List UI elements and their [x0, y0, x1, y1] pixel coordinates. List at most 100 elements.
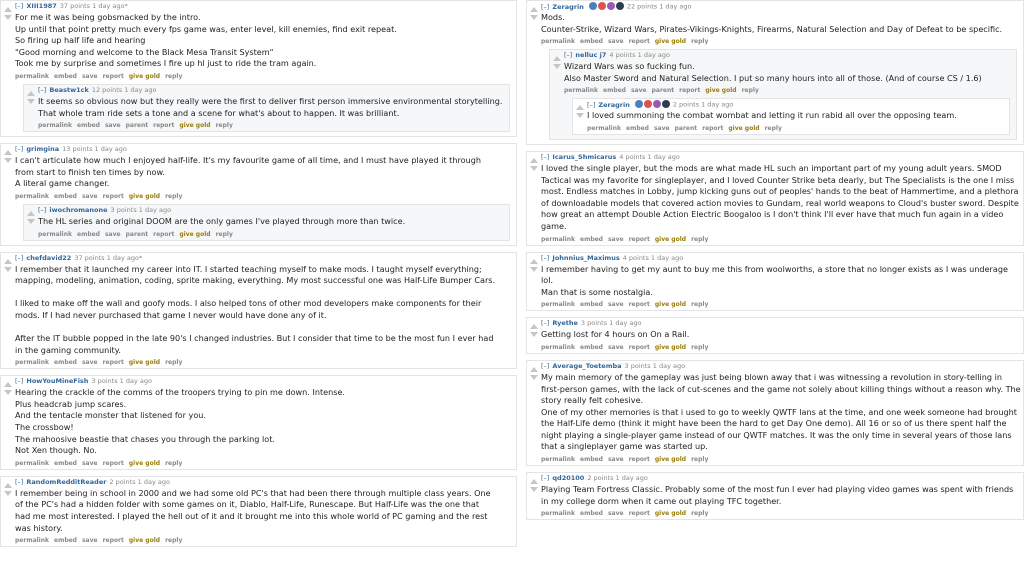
- username-link[interactable]: chefdavid22: [26, 254, 71, 262]
- permalink-link[interactable]: permalink: [38, 122, 72, 129]
- permalink-link[interactable]: permalink: [15, 73, 49, 80]
- report-link[interactable]: report: [103, 537, 124, 544]
- upvote-icon[interactable]: [553, 56, 561, 62]
- upvote-icon[interactable]: [530, 157, 538, 163]
- reply-link[interactable]: reply: [165, 359, 182, 366]
- give-gold-link[interactable]: give gold: [129, 73, 160, 80]
- report-link[interactable]: report: [153, 231, 174, 238]
- collapse-toggle[interactable]: [–]: [541, 474, 549, 482]
- collapse-toggle[interactable]: [–]: [15, 145, 23, 153]
- downvote-icon[interactable]: [27, 218, 35, 224]
- give-gold-link[interactable]: give gold: [705, 87, 736, 94]
- parent-link[interactable]: parent: [652, 87, 675, 94]
- give-gold-link[interactable]: give gold: [655, 344, 686, 351]
- save-link[interactable]: save: [608, 301, 624, 308]
- permalink-link[interactable]: permalink: [541, 456, 575, 463]
- report-link[interactable]: report: [629, 510, 650, 517]
- embed-link[interactable]: embed: [54, 359, 77, 366]
- embed-link[interactable]: embed: [626, 125, 649, 132]
- collapse-toggle[interactable]: [–]: [541, 254, 549, 262]
- permalink-link[interactable]: permalink: [15, 193, 49, 200]
- save-link[interactable]: save: [105, 122, 121, 129]
- downvote-icon[interactable]: [530, 15, 538, 20]
- permalink-link[interactable]: permalink: [541, 301, 575, 308]
- username-link[interactable]: HowYouMineFish: [26, 377, 88, 385]
- username-link[interactable]: nelluc j7: [575, 51, 606, 59]
- upvote-icon[interactable]: [4, 258, 12, 264]
- collapse-toggle[interactable]: [–]: [38, 86, 46, 94]
- embed-link[interactable]: embed: [580, 344, 603, 351]
- username-link[interactable]: qd20100: [552, 474, 584, 482]
- embed-link[interactable]: embed: [580, 301, 603, 308]
- downvote-icon[interactable]: [530, 266, 538, 272]
- downvote-icon[interactable]: [553, 64, 561, 70]
- permalink-link[interactable]: permalink: [15, 359, 49, 366]
- save-link[interactable]: save: [631, 87, 647, 94]
- permalink-link[interactable]: permalink: [564, 87, 598, 94]
- permalink-link[interactable]: permalink: [541, 236, 575, 243]
- report-link[interactable]: report: [103, 73, 124, 80]
- permalink-link[interactable]: permalink: [38, 231, 72, 238]
- embed-link[interactable]: embed: [580, 456, 603, 463]
- upvote-icon[interactable]: [576, 105, 584, 111]
- save-link[interactable]: save: [608, 344, 624, 351]
- give-gold-link[interactable]: give gold: [655, 456, 686, 463]
- parent-link[interactable]: parent: [126, 122, 149, 129]
- report-link[interactable]: report: [103, 359, 124, 366]
- username-link[interactable]: iwochromanone: [49, 206, 107, 214]
- save-link[interactable]: save: [105, 231, 121, 238]
- username-link[interactable]: Johnnius_Maximus: [552, 254, 619, 262]
- upvote-icon[interactable]: [530, 366, 538, 372]
- upvote-icon[interactable]: [4, 7, 12, 12]
- give-gold-link[interactable]: give gold: [179, 122, 210, 129]
- collapse-toggle[interactable]: [–]: [564, 51, 572, 59]
- give-gold-link[interactable]: give gold: [655, 236, 686, 243]
- collapse-toggle[interactable]: [–]: [541, 362, 549, 370]
- permalink-link[interactable]: permalink: [541, 344, 575, 351]
- permalink-link[interactable]: permalink: [541, 38, 575, 45]
- give-gold-link[interactable]: give gold: [129, 537, 160, 544]
- upvote-icon[interactable]: [530, 479, 538, 485]
- save-link[interactable]: save: [608, 38, 624, 45]
- username-link[interactable]: Zeragrin: [598, 101, 629, 109]
- save-link[interactable]: save: [608, 236, 624, 243]
- reply-link[interactable]: reply: [165, 460, 182, 467]
- save-link[interactable]: save: [608, 456, 624, 463]
- reply-link[interactable]: reply: [165, 537, 182, 544]
- username-link[interactable]: Beastw1ck: [49, 86, 88, 94]
- upvote-icon[interactable]: [4, 382, 12, 388]
- save-link[interactable]: save: [654, 125, 670, 132]
- username-link[interactable]: RandomRedditReader: [26, 478, 106, 486]
- downvote-icon[interactable]: [530, 374, 538, 380]
- parent-link[interactable]: parent: [675, 125, 698, 132]
- reply-link[interactable]: reply: [165, 73, 182, 80]
- collapse-toggle[interactable]: [–]: [541, 153, 549, 161]
- give-gold-link[interactable]: give gold: [179, 231, 210, 238]
- report-link[interactable]: report: [629, 38, 650, 45]
- report-link[interactable]: report: [629, 344, 650, 351]
- give-gold-link[interactable]: give gold: [129, 359, 160, 366]
- embed-link[interactable]: embed: [54, 537, 77, 544]
- embed-link[interactable]: embed: [580, 236, 603, 243]
- reply-link[interactable]: reply: [216, 122, 233, 129]
- upvote-icon[interactable]: [4, 482, 12, 488]
- reply-link[interactable]: reply: [742, 87, 759, 94]
- reply-link[interactable]: reply: [765, 125, 782, 132]
- downvote-icon[interactable]: [4, 266, 12, 272]
- downvote-icon[interactable]: [530, 487, 538, 493]
- reply-link[interactable]: reply: [691, 301, 708, 308]
- embed-link[interactable]: embed: [580, 510, 603, 517]
- downvote-icon[interactable]: [4, 490, 12, 496]
- username-link[interactable]: Average_Toetemba: [552, 362, 621, 370]
- reply-link[interactable]: reply: [165, 193, 182, 200]
- downvote-icon[interactable]: [4, 15, 12, 20]
- give-gold-link[interactable]: give gold: [655, 38, 686, 45]
- upvote-icon[interactable]: [530, 324, 538, 330]
- save-link[interactable]: save: [82, 460, 98, 467]
- give-gold-link[interactable]: give gold: [728, 125, 759, 132]
- report-link[interactable]: report: [103, 460, 124, 467]
- parent-link[interactable]: parent: [126, 231, 149, 238]
- report-link[interactable]: report: [679, 87, 700, 94]
- upvote-icon[interactable]: [27, 90, 35, 96]
- save-link[interactable]: save: [82, 359, 98, 366]
